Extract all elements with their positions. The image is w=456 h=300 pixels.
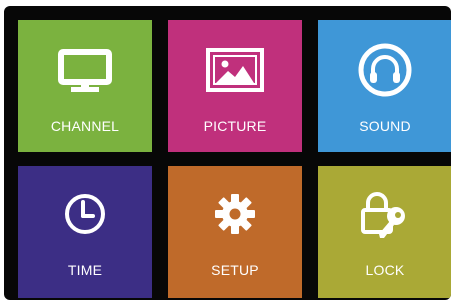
headphones-icon (354, 39, 416, 101)
time-tile[interactable]: TIME (18, 166, 152, 298)
clock-icon (54, 185, 116, 247)
lock-tile[interactable]: LOCK (318, 166, 451, 298)
sound-tile[interactable]: SOUND (318, 20, 451, 152)
lock-label: LOCK (365, 262, 405, 278)
sound-label: SOUND (359, 118, 411, 134)
lock-key-icon (354, 185, 416, 247)
picture-tile[interactable]: PICTURE (168, 20, 302, 152)
menu-frame: CHANNEL PICTURE SOUND TIME SETUP LOCK (4, 6, 451, 300)
gear-icon (204, 185, 266, 247)
tv-icon (54, 39, 116, 101)
time-label: TIME (67, 262, 103, 278)
picture-icon (204, 39, 266, 101)
setup-tile[interactable]: SETUP (168, 166, 302, 298)
channel-label: CHANNEL (50, 118, 120, 134)
setup-label: SETUP (211, 262, 259, 278)
channel-tile[interactable]: CHANNEL (18, 20, 152, 152)
picture-label: PICTURE (203, 118, 267, 134)
